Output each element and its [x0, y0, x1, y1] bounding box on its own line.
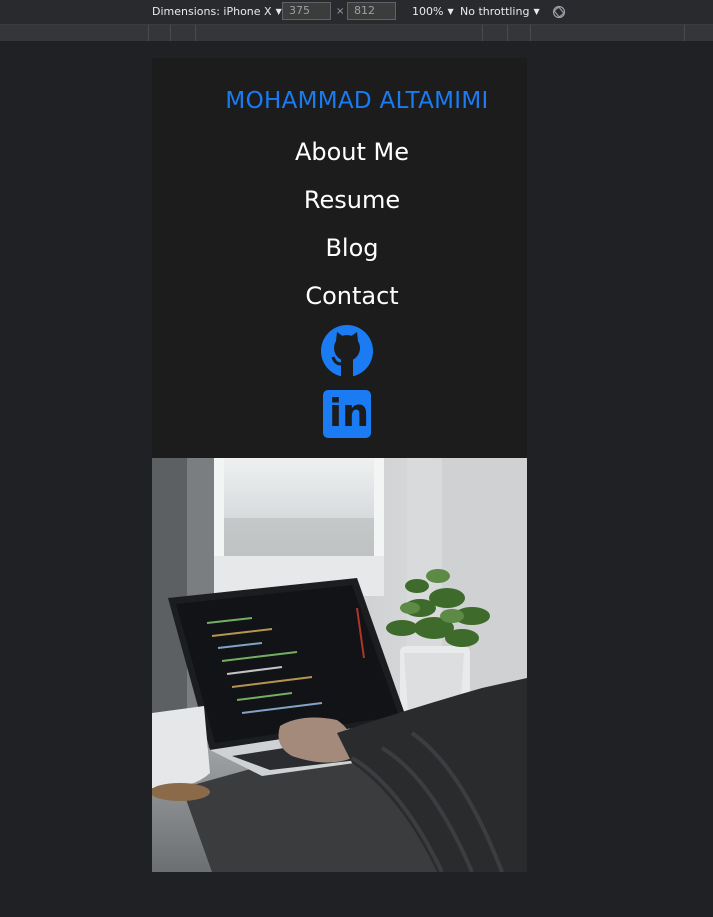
nav-link-resume[interactable]: Resume [152, 186, 527, 214]
nav-link-contact[interactable]: Contact [152, 282, 527, 310]
device-width-input[interactable]: 375 [282, 2, 331, 20]
github-icon[interactable] [320, 324, 374, 378]
dropdown-caret-icon: ▼ [275, 7, 282, 16]
site-title[interactable]: MOHAMMAD ALTAMIMI [152, 88, 527, 114]
media-query-segment[interactable] [170, 25, 171, 41]
dropdown-caret-icon: ▼ [447, 7, 454, 16]
media-query-segment[interactable] [507, 25, 508, 41]
zoom-label: 100% [412, 5, 444, 18]
linkedin-icon-text: in [329, 391, 370, 435]
nav-link-about[interactable]: About Me [152, 138, 527, 166]
media-query-segment[interactable] [684, 25, 685, 41]
dropdown-caret-icon: ▼ [533, 7, 540, 16]
linkedin-icon[interactable]: in [323, 390, 371, 438]
media-query-segment[interactable] [148, 25, 149, 41]
media-query-segment[interactable] [530, 25, 531, 41]
site-header: MOHAMMAD ALTAMIMI About Me Resume Blog C… [152, 58, 527, 458]
nav-link-blog[interactable]: Blog [152, 234, 527, 262]
throttling-label: No throttling [460, 5, 530, 18]
hero-image [152, 458, 527, 872]
zoom-dropdown[interactable]: 100% ▼ [412, 0, 454, 24]
throttling-dropdown[interactable]: No throttling ▼ [460, 0, 540, 24]
device-dimensions-dropdown[interactable]: Dimensions: iPhone X ▼ [152, 0, 282, 24]
rotate-icon[interactable] [552, 5, 566, 19]
device-toolbar: Dimensions: iPhone X ▼ 375 × 812 100% ▼ No… [0, 0, 713, 25]
device-viewport: MOHAMMAD ALTAMIMI About Me Resume Blog C… [152, 58, 527, 872]
media-query-bar [0, 25, 713, 41]
media-query-segment[interactable] [195, 25, 196, 41]
device-dimensions-label: Dimensions: iPhone X [152, 5, 272, 18]
dimension-separator: × [336, 6, 345, 17]
device-height-input[interactable]: 812 [347, 2, 396, 20]
media-query-segment[interactable] [482, 25, 483, 41]
